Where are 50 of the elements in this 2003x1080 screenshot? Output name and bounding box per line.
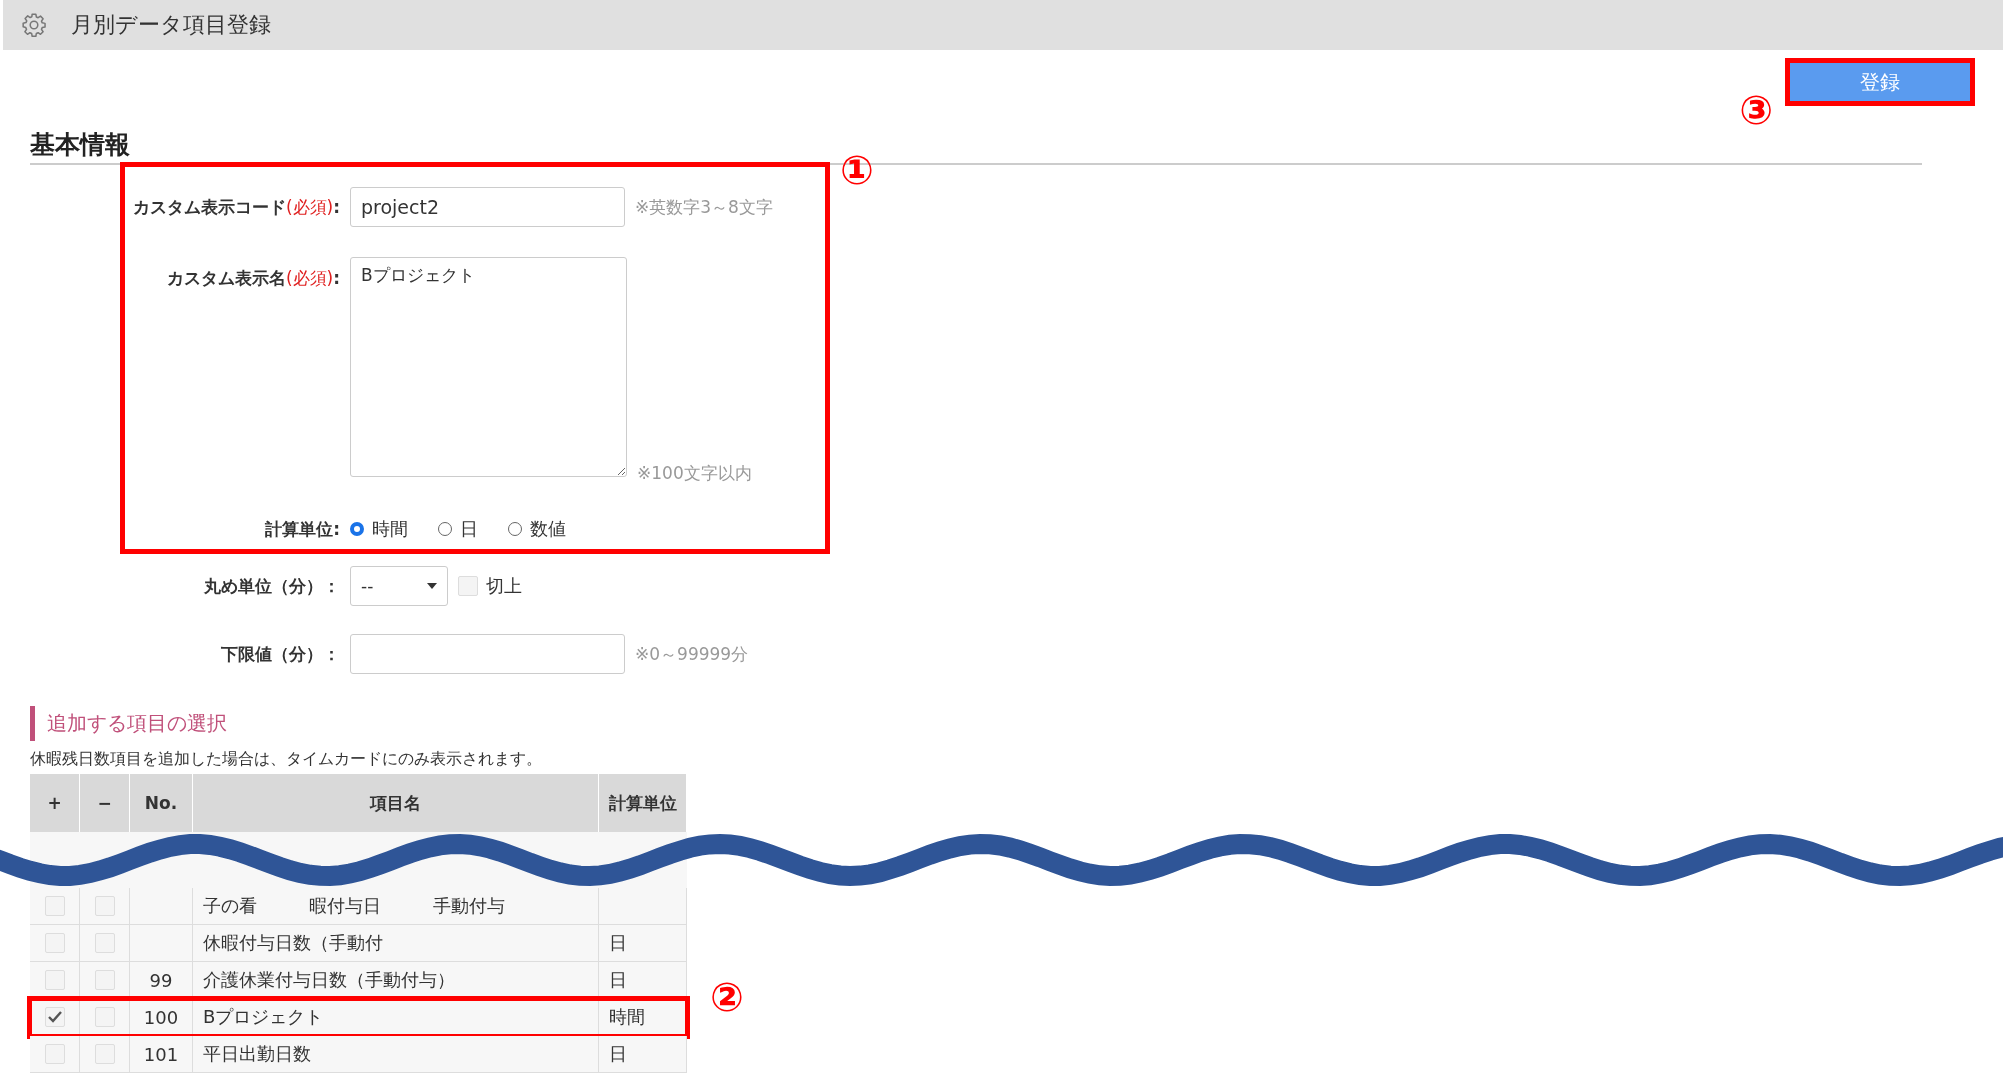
remove-checkbox[interactable] <box>94 896 115 916</box>
field-label: カスタム表示名(必須): <box>165 267 340 290</box>
add-checkbox[interactable] <box>44 970 65 990</box>
table-cell: 101 <box>143 1043 179 1065</box>
table-cell: Bプロジェクト <box>203 1005 324 1029</box>
table-cell: 日 <box>609 968 627 992</box>
page-title: 月別データ項目登録 <box>71 11 271 39</box>
table-cell: 平日出勤日数 <box>203 1042 311 1066</box>
radio-option[interactable]: 日 <box>438 517 478 541</box>
field-label: 下限値（分）： <box>220 642 340 666</box>
remove-checkbox[interactable] <box>94 1044 115 1064</box>
table-cell: 日 <box>609 931 627 955</box>
note-text: 休暇残日数項目を追加した場合は、タイムカードにのみ表示されます。 <box>30 749 543 770</box>
section-title: 追加する項目の選択 <box>30 706 2003 741</box>
roundup-checkbox[interactable] <box>458 576 478 596</box>
annotation-number: ② <box>710 977 744 1017</box>
remove-checkbox[interactable] <box>94 933 115 953</box>
table-cell: 99 <box>149 969 173 991</box>
rounding-dropdown[interactable]: -- <box>350 566 448 606</box>
remove-checkbox[interactable] <box>94 970 115 990</box>
table-cell: 暇付与日 <box>309 894 381 918</box>
lower-limit-input-field[interactable] <box>350 634 625 674</box>
annotation-number: ① <box>840 150 874 190</box>
field-label: カスタム表示コード(必須): <box>131 195 340 219</box>
code-input-field[interactable]: project2 <box>350 187 625 227</box>
name-text-area[interactable]: Bプロジェクト <box>350 257 627 477</box>
settings-icon <box>21 12 47 38</box>
table-cell: 100 <box>143 1006 179 1028</box>
annotation-number: ③ <box>1739 90 1773 130</box>
field-label: 計算単位: <box>264 517 340 541</box>
hint-text: ※英数字3～8文字 <box>635 195 773 219</box>
checkbox-label: 切上 <box>486 574 522 598</box>
table-cell: 子の看 <box>203 894 257 918</box>
add-checkbox[interactable] <box>44 1007 65 1027</box>
remove-checkbox[interactable] <box>94 1007 115 1027</box>
table-cell: 休暇付与日数（手動付 <box>203 931 383 955</box>
add-checkbox[interactable] <box>44 896 65 916</box>
add-checkbox[interactable] <box>44 933 65 953</box>
table-cell: 時間 <box>609 1005 645 1029</box>
table-cell: 手動付与 <box>433 894 505 918</box>
hint-text: ※100文字以内 <box>637 462 752 485</box>
hint-text: ※0～99999分 <box>635 642 749 666</box>
caret-icon <box>427 583 437 589</box>
section-title: 基本情報 <box>30 130 130 159</box>
radio-option[interactable]: 時間 <box>350 517 408 541</box>
field-label: 丸め単位（分）： <box>203 574 340 598</box>
radio-option[interactable]: 数値 <box>508 517 566 541</box>
table-cell: 介護休業付与日数（手動付与） <box>203 968 455 992</box>
add-checkbox[interactable] <box>44 1044 65 1064</box>
table-cell: 日 <box>609 1042 627 1066</box>
